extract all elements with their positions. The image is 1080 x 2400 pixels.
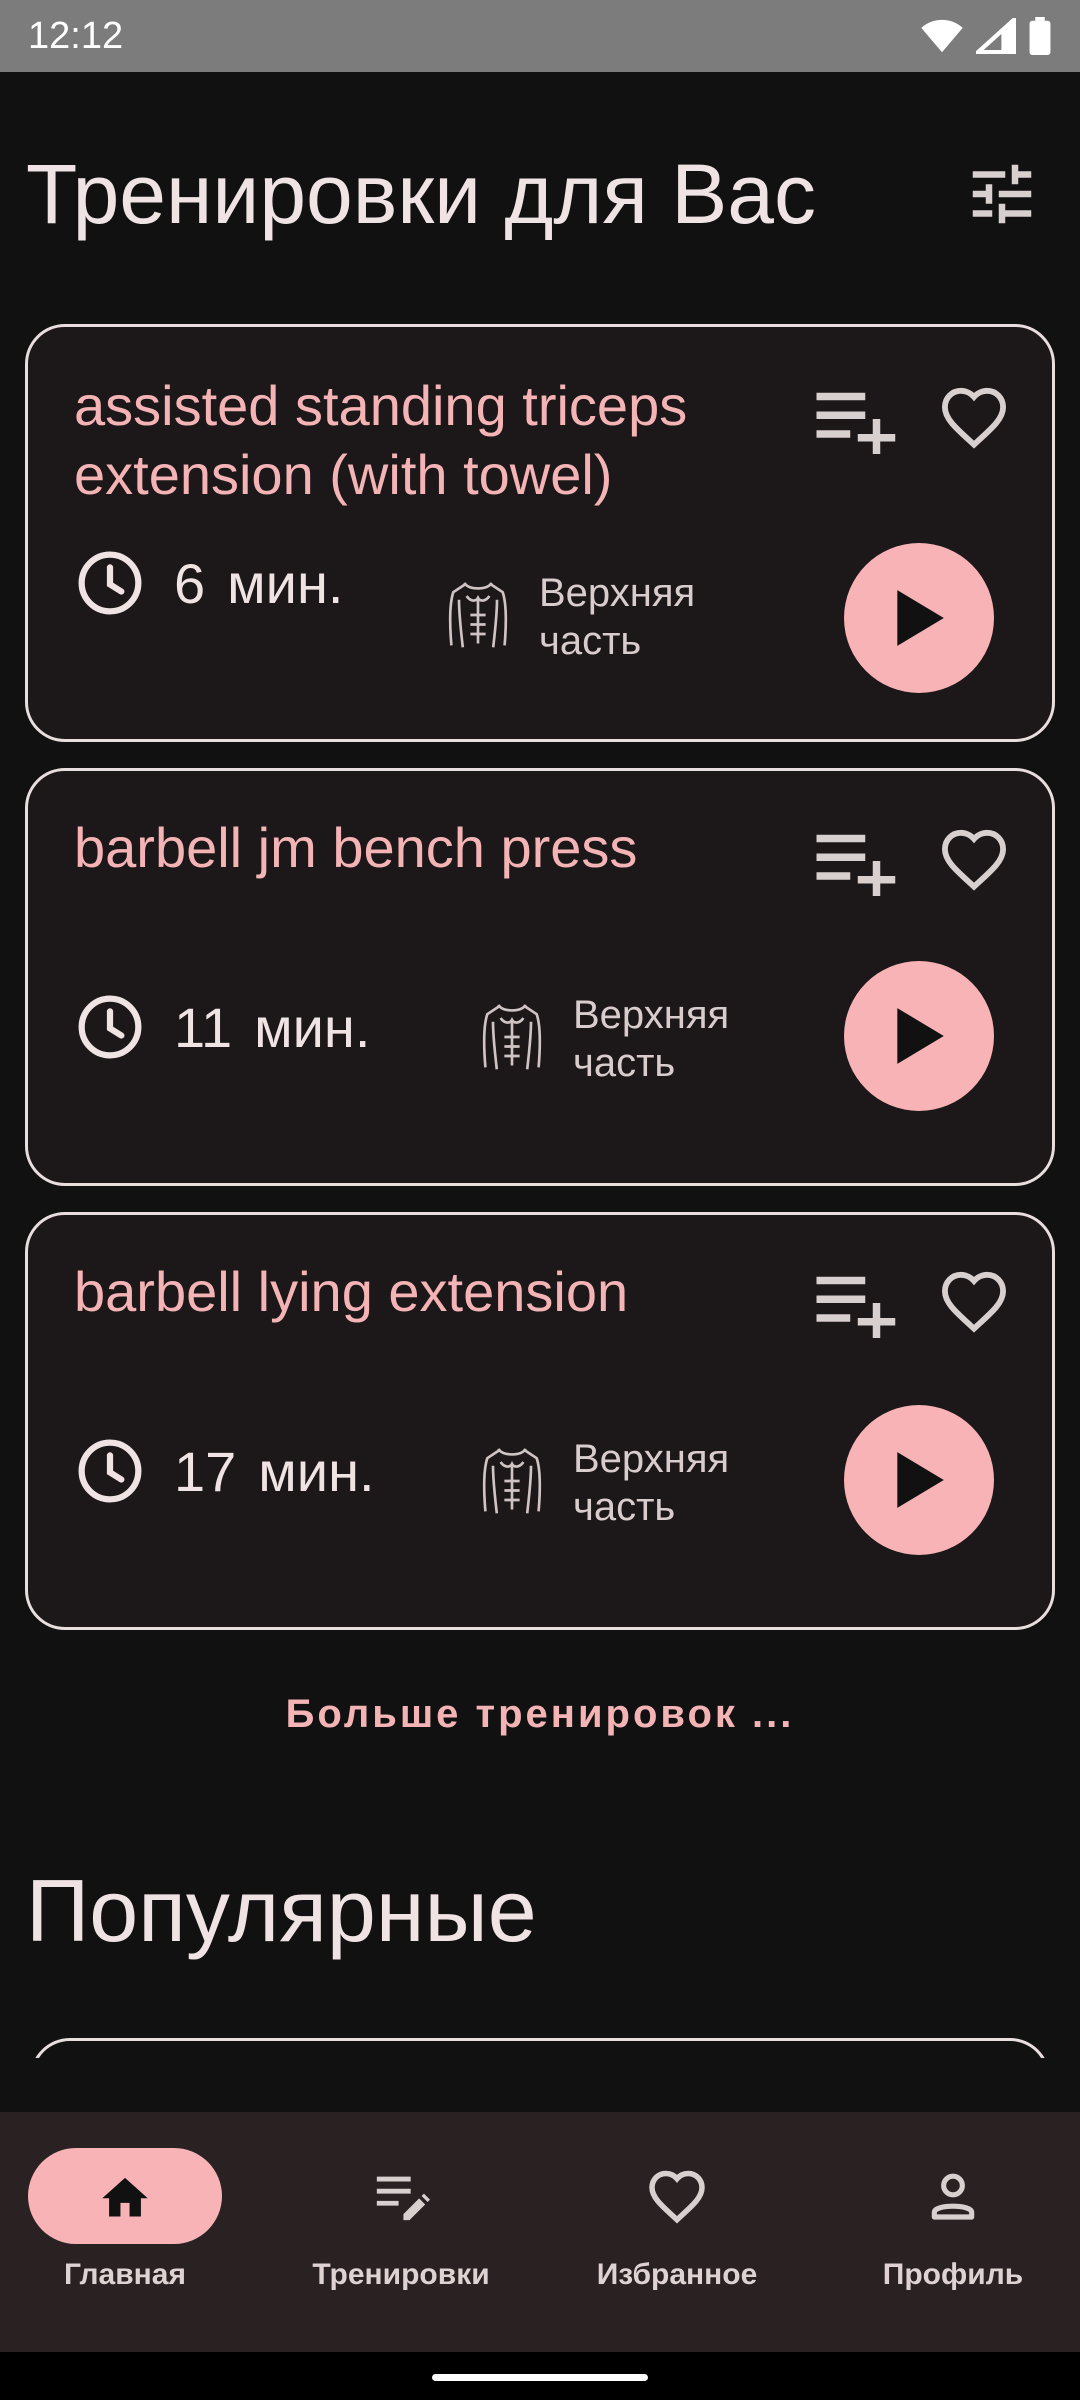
nav-indicator	[304, 2148, 498, 2244]
play-button[interactable]	[844, 1405, 994, 1555]
person-icon	[931, 2173, 975, 2220]
clock-icon	[74, 547, 146, 619]
play-icon	[897, 590, 944, 646]
body-part-label: Верхняя часть	[539, 571, 696, 663]
duration-unit: мин.	[227, 552, 344, 615]
heart-outline-icon	[941, 387, 1007, 449]
duration-unit: мин.	[254, 996, 371, 1059]
clock-icon	[74, 991, 146, 1063]
favorite-button[interactable]	[934, 377, 1014, 457]
nav-indicator	[856, 2148, 1050, 2244]
favorite-button[interactable]	[934, 819, 1014, 899]
nav-label: Профиль	[882, 2258, 1024, 2291]
play-icon	[897, 1452, 944, 1508]
nav-indicator	[580, 2148, 774, 2244]
battery-icon	[1029, 17, 1051, 55]
page-title: Тренировки для Вас	[26, 147, 817, 241]
nav-item-home[interactable]: Главная	[0, 2112, 270, 2352]
filter-button[interactable]	[956, 150, 1048, 238]
duration-value: 17	[174, 1440, 237, 1503]
play-icon	[897, 1008, 944, 1064]
add-to-queue-button[interactable]	[806, 379, 902, 459]
clock-icon	[74, 1435, 146, 1507]
play-button[interactable]	[844, 961, 994, 1111]
status-time: 12:12	[28, 14, 124, 57]
popular-section-title: Популярные	[26, 1861, 537, 1960]
workout-title: barbell jm bench press	[74, 816, 638, 879]
nav-item-favorites[interactable]: Избранное	[552, 2112, 822, 2352]
heart-outline-icon	[941, 1271, 1007, 1333]
scroll-clip	[0, 2058, 1080, 2112]
heart-outline-icon	[941, 829, 1007, 891]
workout-card[interactable]: barbell lying extension 17 мин. Верхняя ч	[25, 1212, 1055, 1630]
signal-icon	[976, 18, 1016, 54]
nav-indicator	[28, 2148, 222, 2244]
workout-title: barbell lying extension	[74, 1260, 629, 1323]
status-bar: 12:12	[0, 0, 1080, 72]
workout-duration: 11 мин.	[174, 995, 370, 1060]
nav-item-workouts[interactable]: Тренировки	[276, 2112, 546, 2352]
upper-body-icon	[438, 575, 518, 655]
workout-duration: 17 мин.	[174, 1439, 375, 1504]
workout-list-icon	[376, 2176, 430, 2221]
nav-label: Тренировки	[312, 2258, 490, 2291]
nav-label: Избранное	[596, 2258, 758, 2291]
duration-value: 11	[174, 996, 233, 1059]
body-part-label: Верхняя часть	[573, 1437, 730, 1529]
add-to-queue-button[interactable]	[806, 821, 902, 901]
workout-title: assisted standing triceps extension (wit…	[74, 374, 688, 506]
playlist-add-icon	[816, 1276, 896, 1338]
workout-card[interactable]: barbell jm bench press 11 мин. Верхняя ча	[25, 768, 1055, 1186]
bottom-navigation: Главная Тренировки Избранное Профиль	[0, 2112, 1080, 2352]
add-to-queue-button[interactable]	[806, 1263, 902, 1343]
wifi-icon	[921, 19, 963, 53]
home-icon	[102, 2177, 148, 2217]
play-button[interactable]	[844, 543, 994, 693]
tune-icon	[972, 164, 1032, 224]
more-workouts-link[interactable]: Больше тренировок ...	[0, 1692, 1080, 1737]
gesture-handle[interactable]	[432, 2374, 648, 2381]
workout-card[interactable]: assisted standing triceps extension (wit…	[25, 324, 1055, 742]
upper-body-icon	[472, 1441, 552, 1521]
upper-body-icon	[472, 997, 552, 1077]
duration-unit: мин.	[258, 1440, 375, 1503]
status-icons	[920, 17, 1052, 55]
nav-label: Главная	[63, 2258, 186, 2291]
body-part-label: Верхняя часть	[573, 993, 730, 1085]
workout-duration: 6 мин.	[174, 551, 343, 616]
playlist-add-icon	[816, 392, 896, 454]
favorite-button[interactable]	[934, 1261, 1014, 1341]
heart-icon	[649, 2170, 705, 2224]
duration-value: 6	[174, 552, 206, 615]
nav-item-profile[interactable]: Профиль	[828, 2112, 1080, 2352]
playlist-add-icon	[816, 834, 896, 896]
